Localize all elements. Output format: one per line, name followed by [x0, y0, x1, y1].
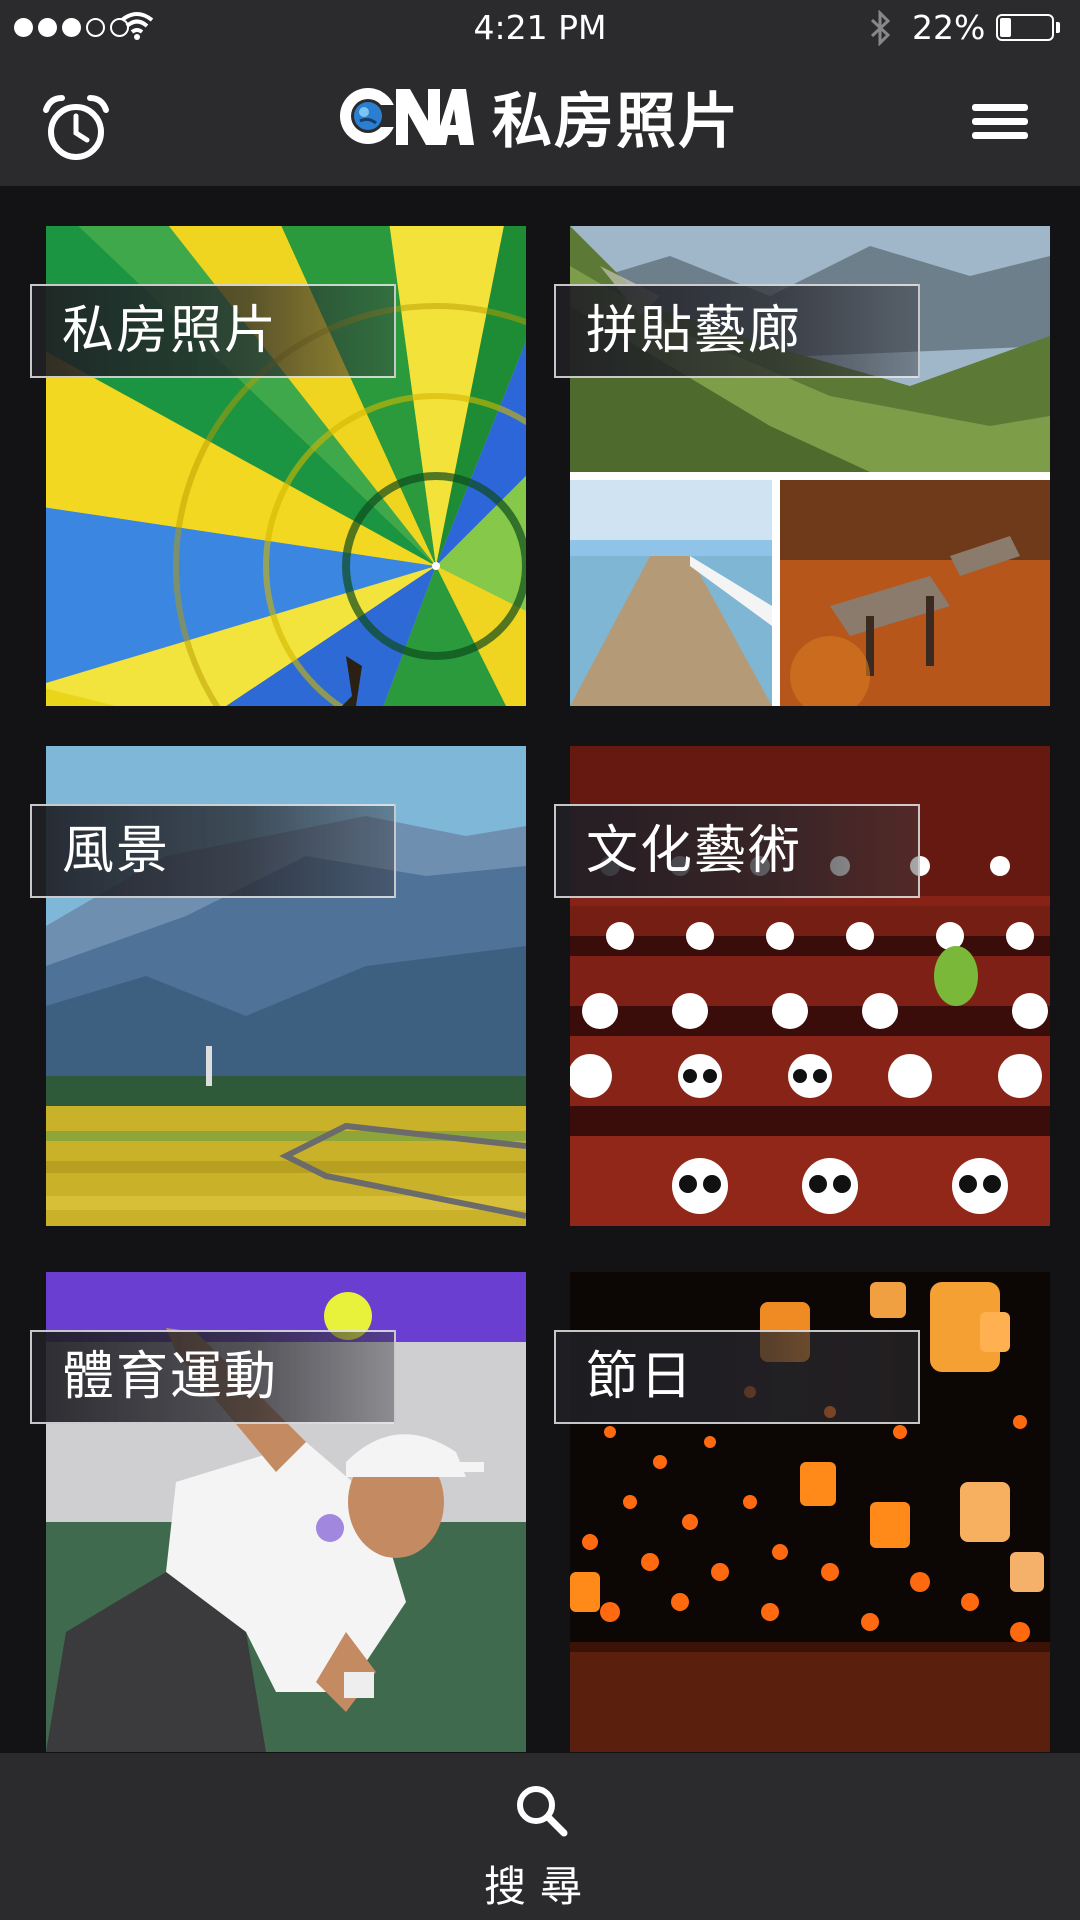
category-label: 體育運動	[30, 1330, 396, 1424]
alarm-clock-icon	[43, 95, 109, 160]
bluetooth-icon	[870, 10, 891, 46]
category-label: 節日	[554, 1330, 920, 1424]
alarm-clock-button[interactable]	[40, 92, 112, 164]
app-header: 私房照片	[0, 56, 1080, 186]
app-logo: 私房照片	[334, 82, 740, 157]
header-title: 私房照片	[492, 86, 740, 157]
hamburger-menu-icon	[972, 104, 1028, 139]
category-label: 拼貼藝廊	[554, 284, 920, 378]
category-label: 風景	[30, 804, 396, 898]
status-bar: 4:21 PM 22%	[0, 0, 1080, 56]
category-label: 文化藝術	[554, 804, 920, 898]
battery-percent: 22%	[912, 8, 986, 47]
battery-tip	[1056, 22, 1060, 33]
battery-icon	[996, 14, 1054, 41]
search-button[interactable]: 搜尋	[0, 1753, 1080, 1920]
search-label: 搜尋	[483, 1862, 596, 1911]
search-icon	[517, 1786, 568, 1837]
cna-logo-icon	[340, 88, 474, 145]
hamburger-menu-button[interactable]	[972, 104, 1028, 150]
category-label: 私房照片	[30, 284, 396, 378]
